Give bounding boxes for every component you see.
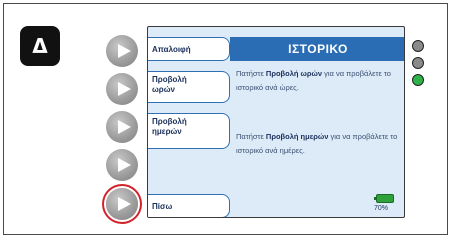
softkey-cancel-label: Απαλοιφή — [152, 45, 191, 54]
days-instruction-pre: Πατήστε — [236, 132, 266, 141]
softkey-4-button[interactable] — [106, 149, 138, 181]
days-instruction-bold: Προβολή ημερών — [265, 132, 329, 141]
play-arrow-icon — [117, 197, 131, 211]
softkey-view-hours-label-line2: ωρών — [152, 85, 175, 94]
softkey-view-days-label-line2: ημερών — [152, 127, 182, 136]
screen-title: ΙΣΤΟΡΙΚΟ — [230, 37, 404, 61]
step-badge: Δ — [20, 26, 60, 66]
softkey-3-button[interactable] — [106, 111, 138, 143]
play-arrow-icon — [117, 82, 131, 96]
softkey-view-days[interactable]: Προβολή ημερών — [148, 113, 230, 149]
softkey-cancel[interactable]: Απαλοιφή — [148, 37, 230, 61]
hours-instruction-pre: Πατήστε — [236, 69, 266, 78]
play-arrow-icon — [117, 44, 131, 58]
softkey-back-label: Πίσω — [152, 202, 173, 211]
softkey-view-days-label-line1: Προβολή — [152, 117, 187, 126]
status-led-3 — [412, 74, 424, 86]
status-led-2 — [412, 57, 424, 69]
softkey-5-button[interactable] — [106, 188, 138, 220]
softkey-view-hours-label-line1: Προβολή — [152, 75, 187, 84]
softkey-view-hours[interactable]: Προβολή ωρών — [148, 71, 230, 103]
hours-instruction: Πατήστε Προβολή ωρών για να προβάλετε το… — [236, 67, 402, 95]
device-screen: Απαλοιφή Προβολή ωρών Προβολή ημερών Πίσ… — [147, 26, 405, 218]
hours-instruction-bold: Προβολή ωρών — [265, 69, 323, 78]
play-arrow-icon — [117, 120, 131, 134]
softkey-2-button[interactable] — [106, 73, 138, 105]
softkey-1-button[interactable] — [106, 35, 138, 67]
days-instruction: Πατήστε Προβολή ημερών για να προβάλετε … — [236, 130, 402, 158]
status-led-1 — [412, 40, 424, 52]
battery-percent: 70% — [374, 205, 389, 212]
play-arrow-icon — [117, 158, 131, 172]
battery-icon — [374, 194, 394, 203]
softkey-back[interactable]: Πίσω — [148, 194, 230, 217]
